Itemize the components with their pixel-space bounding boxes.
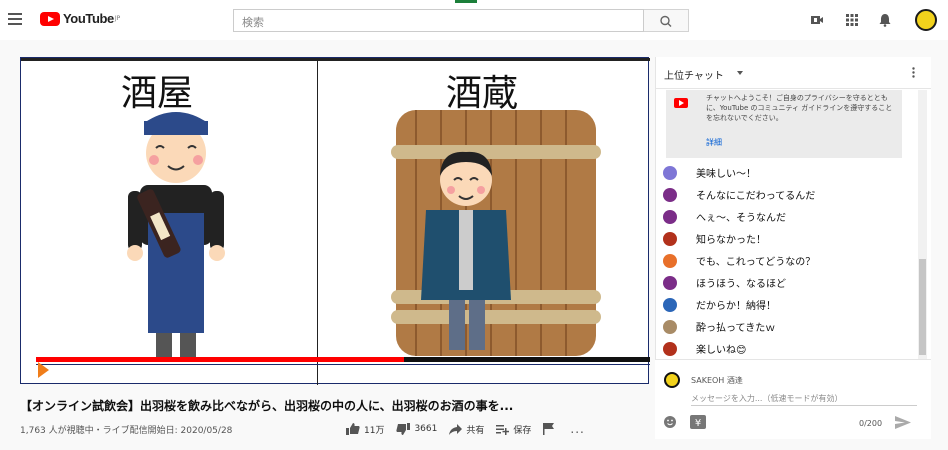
chat-message[interactable]: だからか！納得！: [655, 294, 917, 315]
send-icon[interactable]: [895, 416, 911, 429]
video-title: 【オンライン試飲会】出羽桜を飲み比べながら、出羽桜の中の人に、出羽桜のお酒の事を…: [20, 399, 514, 413]
chat-message-text: ほうほう、なるほど: [696, 274, 786, 291]
logo-region: JP: [114, 15, 121, 22]
search-icon: [660, 15, 672, 27]
like-button[interactable]: 11万: [346, 423, 384, 436]
progress-bar-played[interactable]: [36, 357, 404, 362]
welcome-text: チャットへようこそ！ご自身のプライバシーを守るとともに、YouTube のコミュ…: [706, 94, 893, 122]
chat-message[interactable]: でも、これってどうなの？: [655, 250, 917, 271]
chat-input-area: SAKEOH 酒逢 メッセージを入力...（低速モードが有効） ¥ 0/200: [655, 359, 931, 439]
create-video-icon[interactable]: [810, 13, 824, 27]
chat-message[interactable]: へぇ～、そうなんだ: [655, 206, 917, 227]
chat-author-avatar[interactable]: [663, 187, 677, 202]
search-button[interactable]: [644, 9, 689, 32]
chat-mode-selector[interactable]: 上位チャット: [664, 67, 724, 82]
chat-author-avatar[interactable]: [663, 275, 677, 290]
video-label-right: 酒蔵: [446, 73, 519, 114]
more-vert-icon[interactable]: [912, 67, 915, 78]
chat-author-avatar[interactable]: [663, 341, 677, 356]
flag-icon: [543, 423, 555, 435]
thumbs-up-icon: [346, 423, 360, 435]
chat-message-input[interactable]: メッセージを入力...（低速モードが有効）: [691, 393, 842, 404]
report-flag-button[interactable]: [543, 423, 558, 435]
chat-author-avatar[interactable]: [663, 231, 677, 246]
share-label: 共有: [466, 425, 485, 436]
play-icon[interactable]: [38, 362, 49, 378]
share-icon: [449, 423, 463, 435]
chat-author-avatar[interactable]: [663, 319, 677, 334]
youtube-play-icon: [40, 11, 60, 26]
chat-scrollbar[interactable]: [919, 259, 926, 355]
chat-message-text: 楽しいね😊: [696, 340, 747, 357]
chat-message[interactable]: 美味しい～！: [655, 162, 917, 183]
char-counter: 0/200: [859, 419, 883, 428]
video-actions: 11万 3661 共有 保存 ...: [346, 422, 597, 436]
chat-message-text: 美味しい～！: [696, 164, 756, 181]
svg-text:¥: ¥: [695, 418, 701, 429]
chevron-down-icon[interactable]: [737, 71, 743, 75]
chat-message-text: 知らなかった！: [696, 230, 766, 247]
chat-message-text: だからか！納得！: [696, 296, 776, 313]
progress-bar-remaining[interactable]: [404, 357, 650, 362]
top-accent-line: [455, 0, 477, 3]
chat-author-avatar[interactable]: [663, 253, 677, 268]
search-input[interactable]: 検索: [233, 9, 644, 32]
like-count: 11万: [364, 425, 385, 436]
top-bar: YouTube JP 検索: [0, 0, 948, 40]
chat-message-text: 酔っ払ってきたｗ: [696, 318, 776, 335]
chat-input-underline: [691, 405, 917, 406]
save-label: 保存: [513, 425, 532, 436]
playlist-add-icon: [496, 424, 510, 435]
shopkeeper-illustration: [127, 112, 225, 361]
youtube-logo[interactable]: YouTube JP: [40, 11, 120, 26]
save-button[interactable]: 保存: [496, 423, 531, 436]
chat-message[interactable]: 楽しいね😊: [655, 338, 917, 359]
more-label: ...: [570, 422, 585, 436]
more-actions-button[interactable]: ...: [570, 422, 584, 436]
view-count: 1,763 人が視聴中・ライブ配信開始日: 2020/05/28: [20, 426, 233, 436]
video-top-border: [21, 58, 650, 61]
emoji-icon[interactable]: [663, 415, 677, 429]
user-avatar: [664, 372, 680, 388]
chat-author-avatar[interactable]: [663, 297, 677, 312]
share-button[interactable]: 共有: [449, 423, 484, 436]
super-chat-yen-icon[interactable]: ¥: [690, 415, 706, 429]
chat-author-avatar[interactable]: [663, 165, 677, 180]
chat-message[interactable]: 知らなかった！: [655, 228, 917, 249]
progress-bar-track: [36, 364, 650, 365]
menu-icon[interactable]: [8, 13, 22, 25]
details-link[interactable]: 詳細: [706, 137, 722, 148]
user-name: SAKEOH 酒逢: [691, 376, 743, 385]
chat-message[interactable]: そんなにこだわってるんだ: [655, 184, 917, 205]
brewery-barrel-illustration: [391, 110, 601, 356]
chat-message-text: でも、これってどうなの？: [696, 252, 816, 269]
account-avatar[interactable]: [915, 9, 937, 31]
thumbs-down-icon: [396, 423, 411, 435]
youtube-icon: [674, 98, 688, 108]
dislike-button[interactable]: 3661: [396, 423, 437, 435]
video-player[interactable]: 酒屋 酒蔵: [20, 57, 650, 385]
apps-icon[interactable]: [845, 13, 859, 27]
chat-message-text: そんなにこだわってるんだ: [696, 186, 816, 203]
logo-text: YouTube: [63, 11, 114, 26]
dislike-count: 3661: [414, 424, 438, 434]
chat-message-text: へぇ～、そうなんだ: [696, 208, 786, 225]
notifications-bell-icon[interactable]: [878, 13, 892, 27]
chat-message[interactable]: 酔っ払ってきたｗ: [655, 316, 917, 337]
chat-header: 上位チャット: [656, 57, 931, 89]
video-center-divider: [317, 58, 318, 385]
chat-welcome-banner: チャットへようこそ！ご自身のプライバシーを守るとともに、YouTube のコミュ…: [666, 90, 902, 158]
chat-message[interactable]: ほうほう、なるほど: [655, 272, 917, 293]
chat-author-avatar[interactable]: [663, 209, 677, 224]
